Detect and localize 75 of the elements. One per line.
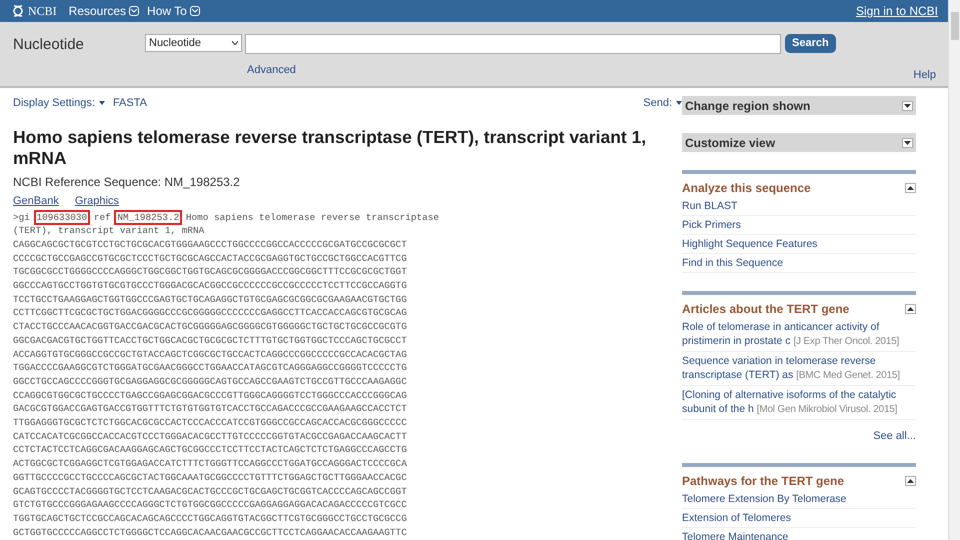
database-select[interactable]: Nucleotide bbox=[145, 34, 242, 52]
fasta-header-part: >gi bbox=[13, 212, 30, 222]
format-label: FASTA bbox=[112, 96, 147, 111]
sequence-line: TCCTGCCTGAAGGAGCTGGTGGCCCGAGTGCTGCAGAGGCTGTGCGAGCGCGGCGCGAAGAACGTGCTGG bbox=[13, 292, 408, 306]
article-link[interactable]: Role of telomerase in anticancer activity of pristimerin in prostate c [J Exp Ther Oncol. 2015] bbox=[682, 318, 916, 352]
sequence-line: CTACCTGCCCAACACGGTGACCGACGCACTGCGGGGGAGCGGGGCGTGGGGGCTGCTGCTGCGCCGCGTG bbox=[13, 320, 408, 334]
send-link[interactable]: Send: bbox=[643, 94, 672, 112]
collapse-toggle-icon[interactable] bbox=[905, 183, 916, 193]
reference-sequence-text: NCBI Reference Sequence: NM_198253.2 bbox=[13, 174, 241, 191]
sidebar-link[interactable]: Telomere Extension By Telomerase bbox=[682, 492, 846, 504]
sequence-line: CAGGCAGCGCTGCGTCCTGCTGCGCACGTGGGAAGCCCTGGCCCCGGCCACCCCCGCGATGCCGCGCGCT bbox=[13, 238, 408, 252]
dropdown-icon bbox=[190, 6, 200, 16]
sequence-line: GTCTGTGCCCGGGAGAAGCCCCAGGGCTCTGTGGCGGCCCCCGAGGAGGAGGACACAGACCCCCGTCGCC bbox=[13, 498, 408, 512]
panel-title: Pathways for the TERT gene bbox=[682, 472, 844, 490]
sequence-line: GGCGACGACGTGCTGGTTCACCTGCTGGCACGCTGCGCGCTCTTTGTGCTGGTGGCTCCCAGCTGCGCCT bbox=[13, 334, 408, 348]
sequence-line: ACCAGGTGTGCGGGCCGCCGCTGTACCAGCTCGGCGCTGCCACTCAGGCCCGGCCCCCGCCACACGCTAG bbox=[13, 348, 408, 362]
sequence-line: TGCGGCGCCTGGGGCCCCAGGGCTGGCGGCTGGTGCAGCGCGGGGACCCGGCGGCTTTCCGCGCGCTGGT bbox=[13, 265, 408, 280]
sequence-line: CATCCACATCGCGGCCACCACGTCCCTGGGACACGCCTTGTCCCCCGGTGTACGCCGAGACCAAGCACTT bbox=[13, 430, 408, 444]
sequence-line: CCAGGCGTGGCGCTGCCCCTGAGCCGGAGCGGACGCCCGTTGGGCAGGGGTCCTGGGCCCACCCGGGCAG bbox=[13, 388, 408, 402]
caret-icon bbox=[232, 41, 238, 45]
sidebar-link[interactable]: Pick Primers bbox=[682, 219, 741, 231]
sequence-line: CCCCGCTGCCGAGCCGTGCGCTCCCTGCTGCGCAGCCACTACCGCGAGGTGCTGCCGCTGGCCACGTTCG bbox=[13, 252, 408, 266]
logo-text[interactable]: NCBI bbox=[28, 2, 57, 20]
dropdown-icon bbox=[129, 6, 140, 16]
sequence-line: TGGTGCAGCTGCTCCGCCAGCACAGCAGCCCCTGGCAGGTGTACGGCTTCGTGCGGGCCTGCCTGCGCCG bbox=[13, 512, 408, 526]
sequence-line: TGGACCCCGAAGGCGTCTGGGATGCGAACGGGCCTGGAACCATAGCGTCAGGGAGGCCGGGGTCCCCCTG bbox=[13, 361, 408, 375]
view-link[interactable]: GenBank bbox=[13, 193, 59, 210]
search-field[interactable] bbox=[245, 34, 781, 54]
collapsed-panel-header[interactable]: Customize view bbox=[682, 133, 916, 152]
menu-link[interactable]: How To bbox=[147, 2, 187, 20]
panel-title: Analyze this sequence bbox=[682, 180, 811, 197]
sequence-line: TTGGAGGGTGCGCTCTCTGGCACGCGCCACTCCCACCCATCCGTGGGCCGCCAGCACCACGCGGGCCCCC bbox=[13, 416, 408, 430]
advanced-link[interactable]: Advanced bbox=[247, 62, 296, 78]
expand-toggle-icon[interactable] bbox=[902, 138, 913, 148]
sidebar-link[interactable]: Highlight Sequence Features bbox=[682, 238, 818, 250]
help-link[interactable]: Help bbox=[913, 67, 936, 86]
sequence-line: GGCCCAGTGCCTGGTGTGCGTGCCCTGGGACGCACGGCCGCCCCCCGCCGCCCCCTCCTTCCGCCAGGTG bbox=[13, 279, 408, 293]
fasta-header: (TERT), transcript variant 1, mRNA bbox=[13, 224, 206, 238]
fasta-header-part: ref bbox=[94, 212, 111, 222]
record-title: Homo sapiens telomerase reverse transcriptase (TERT), transcript variant 1, mRNA bbox=[13, 127, 648, 169]
panel-title: Articles about the TERT gene bbox=[682, 301, 850, 318]
sequence-line: ACTGGCGCTCGGAGGCTCGTGGAGACCATCTTTCTGGGTTCCAGGCCCTGGATGCCAGGGACTCCCCGCA bbox=[13, 457, 408, 471]
display-settings-link[interactable]: Display Settings: bbox=[13, 94, 95, 112]
article-link[interactable]: Sequence variation in telomerase reverse transcriptase (TERT) as [BMC Med Genet. 2015] bbox=[682, 352, 916, 386]
see-all-link[interactable]: See all... bbox=[682, 428, 916, 444]
collapse-toggle-icon[interactable] bbox=[905, 304, 916, 314]
caret-icon bbox=[98, 101, 105, 105]
fasta-header-part: Homo sapiens telomerase reverse transcriptase bbox=[186, 212, 440, 222]
expand-toggle-icon[interactable] bbox=[902, 100, 913, 110]
search-button[interactable]: Search bbox=[785, 34, 836, 53]
caret-icon bbox=[676, 101, 682, 105]
sidebar-link[interactable]: Telomere Maintenance bbox=[682, 530, 788, 540]
scrollbar[interactable] bbox=[948, 0, 960, 540]
fasta-header-part: NM_198253.2 bbox=[116, 212, 180, 222]
view-link[interactable]: Graphics bbox=[74, 193, 119, 210]
sequence-line: GGTTGCCCCGCCTGCCCCAGCGCTACTGGCAAATGCGGCCCCTGTTTCTGGAGCTGCTTGGGAACCACGC bbox=[13, 470, 408, 485]
collapse-toggle-icon[interactable] bbox=[905, 476, 916, 486]
logo-icon bbox=[12, 4, 24, 18]
sequence-line: CCTTCGGCTTCGCGCTGCTGGACGGGGCCCGCGGGGGCCCCCCCGAGGCCTTCACCACCAGCGTGCGCAG bbox=[13, 306, 408, 320]
sequence-line: GGCCTGCCAGCCCCGGGTGCGAGGAGGCGCGGGGGCAGTGCCAGCCGAAGTCTGCCGTTGCCCAAGAGGC bbox=[13, 374, 408, 389]
panel-title: Change region shown bbox=[685, 98, 810, 114]
sequence-line: GACGCGTGGACCGAGTGACCGTGGTTTCTGTGTGGTGTCACCTGCCAGACCCGCCGAAGAAGCCACCTCT bbox=[13, 402, 408, 416]
fasta-header-part: 109633030 bbox=[36, 212, 88, 222]
sequence-line: CCTCTACTCCTCAGGCGACAAGGAGCAGCTGCGGCCCTCCTTCCTACTCAGCTCTCTGAGGCCCAGCCTG bbox=[13, 443, 408, 458]
database-title: Nucleotide bbox=[13, 35, 85, 55]
article-link[interactable]: [Cloning of alternative isoforms of the catalytic subunit of the h [Mol Gen Mikrobiol Virusol. 2015] bbox=[682, 386, 916, 420]
panel-title: Customize view bbox=[685, 134, 776, 152]
sequence-line: GCTGGTGCCCCCAGGCCTCTGGGGCTCCAGGCACAACGAACGCCGCTTCCTCAGGAACACCAAGAAGTTC bbox=[13, 526, 408, 540]
sequence-line: GCAGTGCCCCTACGGGGTGCTCCTCAAGACGCACTGCCCGCTGCGAGCTGCGGTCACCCCAGCAGCCGGT bbox=[13, 484, 408, 498]
sidebar-link[interactable]: Run BLAST bbox=[682, 200, 738, 212]
sidebar-link[interactable]: Find in this Sequence bbox=[682, 257, 783, 269]
collapsed-panel-header[interactable]: Change region shown bbox=[682, 96, 916, 115]
sidebar-link[interactable]: Extension of Telomeres bbox=[682, 512, 791, 524]
sign-in-link[interactable]: Sign in to NCBI bbox=[856, 2, 938, 20]
menu-link[interactable]: Resources bbox=[68, 2, 126, 20]
